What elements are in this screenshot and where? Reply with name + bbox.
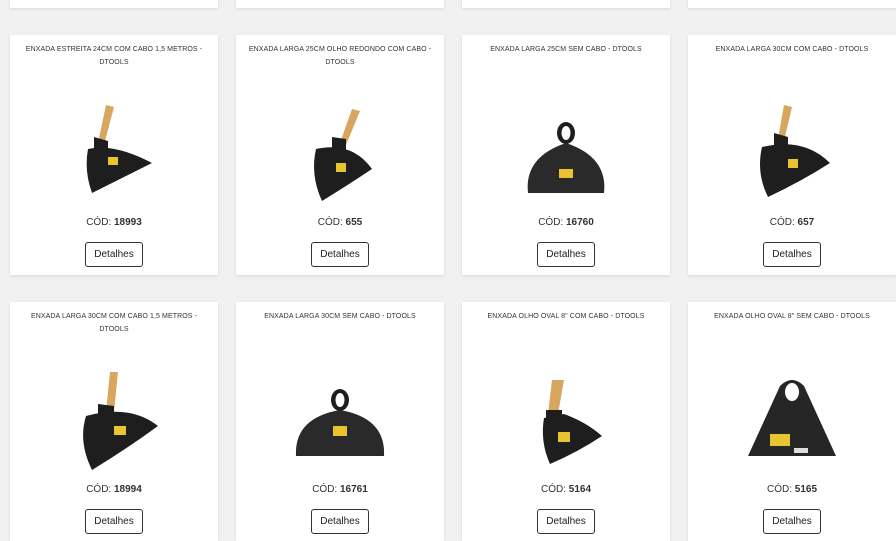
details-button[interactable]: Detalhes — [85, 509, 143, 534]
code-label: CÓD: — [540, 484, 566, 495]
code-value: 16760 — [565, 217, 594, 228]
product-card[interactable]: ENXADA LARGA 30CM COM CABO - DTOOLS CÓD:… — [688, 35, 896, 275]
details-button[interactable]: Detalhes — [311, 509, 369, 534]
product-card[interactable]: ENXADA LARGA 30CM COM CABO 1,5 METROS - … — [10, 302, 218, 541]
details-button[interactable]: Detalhes — [537, 509, 595, 534]
product-title[interactable]: ENXADA OLHO OVAL 8" SEM CABO - DTOOLS — [696, 310, 888, 323]
oval-eye-hoe-head-icon[interactable] — [732, 364, 852, 472]
details-button[interactable]: Detalhes — [537, 242, 595, 267]
product-card-partial — [10, 0, 218, 8]
product-code: CÓD: 655 — [236, 217, 444, 228]
product-code: CÓD: 16761 — [236, 484, 444, 495]
product-code: CÓD: 657 — [688, 217, 896, 228]
code-label: CÓD: — [312, 484, 338, 495]
product-card[interactable]: ENXADA OLHO OVAL 8" SEM CABO - DTOOLS CÓ… — [688, 302, 896, 541]
product-code: CÓD: 18993 — [10, 217, 218, 228]
code-value: 657 — [797, 217, 815, 228]
product-title[interactable]: ENXADA LARGA 25CM SEM CABO - DTOOLS — [470, 43, 662, 56]
details-button[interactable]: Detalhes — [763, 509, 821, 534]
code-label: CÓD: — [86, 484, 112, 495]
code-label: CÓD: — [317, 217, 343, 228]
narrow-hoe-with-handle-icon[interactable] — [54, 97, 174, 205]
code-value: 655 — [345, 217, 363, 228]
code-value: 5165 — [794, 484, 818, 495]
product-grid-page: ENXADA ESTREITA 24CM COM CABO 1,5 METROS… — [0, 0, 896, 541]
product-card-partial — [236, 0, 444, 8]
details-button[interactable]: Detalhes — [85, 242, 143, 267]
product-card[interactable]: ENXADA LARGA 25CM SEM CABO - DTOOLS CÓD:… — [462, 35, 670, 275]
code-value: 18993 — [113, 217, 142, 228]
product-card-partial — [688, 0, 896, 8]
oval-eye-hoe-with-handle-icon[interactable] — [506, 364, 626, 472]
wide-hoe-head-icon[interactable] — [506, 97, 626, 205]
wide-hoe-head-icon[interactable] — [280, 364, 400, 472]
wide-hoe-with-handle-icon[interactable] — [280, 97, 400, 205]
code-value: 5164 — [568, 484, 592, 495]
code-label: CÓD: — [538, 217, 564, 228]
wide-hoe-with-handle-icon[interactable] — [54, 364, 174, 472]
product-card[interactable]: ENXADA LARGA 30CM SEM CABO - DTOOLS CÓD:… — [236, 302, 444, 541]
details-button[interactable]: Detalhes — [763, 242, 821, 267]
product-title[interactable]: ENXADA LARGA 25CM OLHO REDONDO COM CABO … — [244, 43, 436, 69]
code-label: CÓD: — [86, 217, 112, 228]
product-title[interactable]: ENXADA LARGA 30CM COM CABO 1,5 METROS - … — [18, 310, 210, 336]
product-card[interactable]: ENXADA ESTREITA 24CM COM CABO 1,5 METROS… — [10, 35, 218, 275]
code-label: CÓD: — [766, 484, 792, 495]
product-code: CÓD: 18994 — [10, 484, 218, 495]
code-label: CÓD: — [769, 217, 795, 228]
product-title[interactable]: ENXADA LARGA 30CM SEM CABO - DTOOLS — [244, 310, 436, 323]
code-value: 16761 — [339, 484, 368, 495]
product-card-partial — [462, 0, 670, 8]
product-title[interactable]: ENXADA ESTREITA 24CM COM CABO 1,5 METROS… — [18, 43, 210, 69]
product-code: CÓD: 5165 — [688, 484, 896, 495]
code-value: 18994 — [113, 484, 142, 495]
product-code: CÓD: 16760 — [462, 217, 670, 228]
product-title[interactable]: ENXADA OLHO OVAL 8" COM CABO - DTOOLS — [470, 310, 662, 323]
details-button[interactable]: Detalhes — [311, 242, 369, 267]
product-title[interactable]: ENXADA LARGA 30CM COM CABO - DTOOLS — [696, 43, 888, 56]
wide-hoe-with-handle-icon[interactable] — [732, 97, 852, 205]
product-code: CÓD: 5164 — [462, 484, 670, 495]
product-card[interactable]: ENXADA OLHO OVAL 8" COM CABO - DTOOLS CÓ… — [462, 302, 670, 541]
product-card[interactable]: ENXADA LARGA 25CM OLHO REDONDO COM CABO … — [236, 35, 444, 275]
